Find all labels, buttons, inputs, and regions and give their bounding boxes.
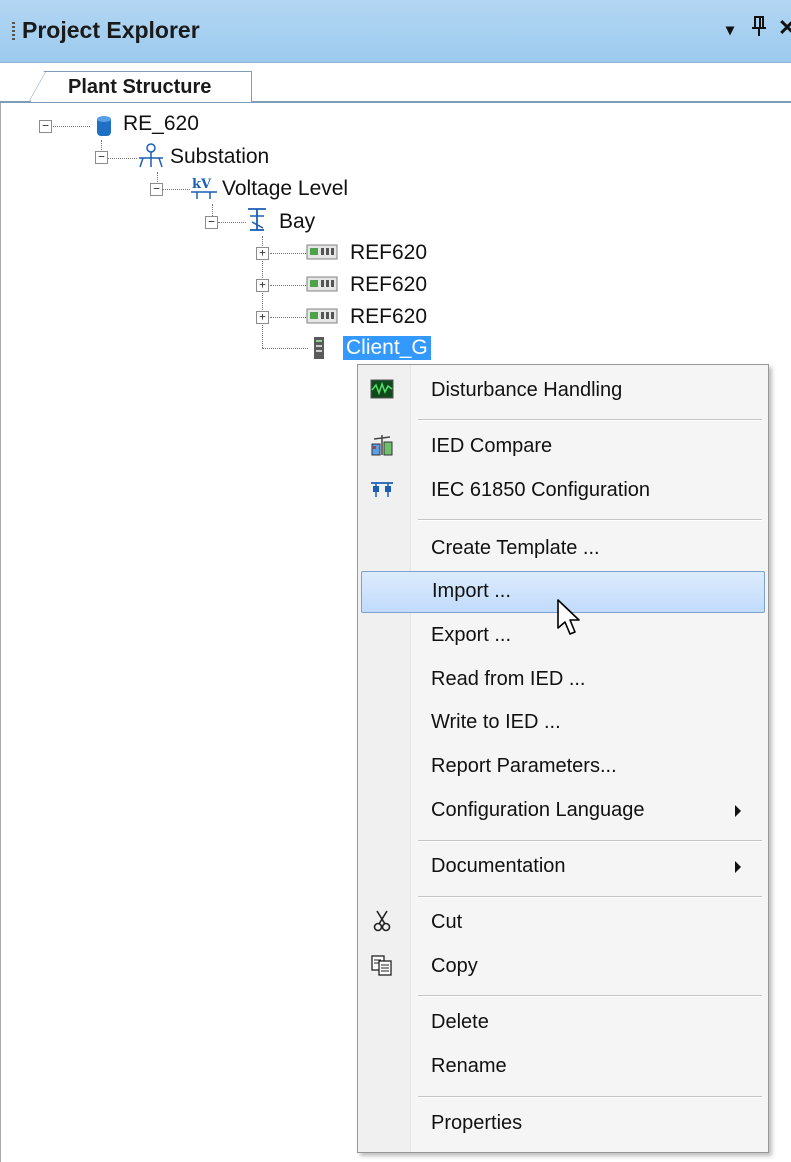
menu-separator (418, 1096, 762, 1098)
tree-node-substation[interactable]: Substation (170, 145, 269, 169)
tree-line (270, 317, 306, 319)
tree-node-voltage-level[interactable]: Voltage Level (222, 177, 348, 201)
menu-item-label: Documentation (431, 855, 566, 877)
collapse-toggle[interactable]: − (39, 120, 52, 133)
menu-item-label: Export ... (431, 624, 512, 646)
collapse-toggle[interactable]: − (150, 183, 163, 196)
menu-item-read-from-ied[interactable]: Read from IED ... (361, 660, 763, 700)
tree-node-root[interactable]: RE_620 (123, 112, 199, 136)
menu-item-label: IED Compare (431, 435, 553, 457)
menu-item-label: Import ... (432, 580, 511, 602)
close-button[interactable]: ✕ (778, 15, 791, 41)
tree-node-client[interactable]: Client_G (343, 336, 431, 360)
copy-icon (371, 955, 392, 976)
tree-line (270, 285, 306, 287)
panel-title: Project Explorer (22, 17, 200, 43)
menu-separator (418, 995, 762, 997)
svg-text:kV: kV (192, 177, 212, 192)
collapse-toggle[interactable]: − (95, 151, 108, 164)
menu-separator (418, 840, 762, 842)
tree-line (270, 253, 306, 255)
database-icon (97, 116, 111, 136)
submenu-arrow-icon (735, 805, 741, 817)
tab-edge (28, 71, 46, 103)
mouse-cursor-icon (557, 599, 580, 635)
menu-item-create-template[interactable]: Create Template ... (361, 529, 763, 569)
tree-node-ied[interactable]: REF620 (350, 241, 427, 265)
scissors-icon (373, 910, 391, 932)
menu-item-documentation[interactable]: Documentation (361, 847, 763, 887)
tree-line (218, 222, 246, 224)
panel-menu-button[interactable]: ▾ (726, 18, 734, 44)
menu-item-label: Read from IED ... (431, 668, 586, 690)
menu-item-delete[interactable]: Delete (361, 1003, 763, 1043)
pin-icon[interactable] (752, 15, 766, 43)
menu-item-configuration-language[interactable]: Configuration Language (361, 791, 763, 831)
menu-item-label: Rename (431, 1055, 507, 1077)
menu-item-label: Report Parameters... (431, 755, 617, 777)
menu-item-write-to-ied[interactable]: Write to IED ... (361, 703, 763, 743)
voltage-level-icon: kV (191, 177, 217, 199)
context-menu: Disturbance Handling IED Compare IEC 618… (357, 364, 769, 1153)
network-icon (371, 482, 393, 497)
tree-node-ied[interactable]: REF620 (350, 305, 427, 329)
menu-item-disturbance-handling[interactable]: Disturbance Handling (361, 371, 763, 411)
menu-item-label: Disturbance Handling (431, 379, 623, 401)
client-icon (314, 337, 324, 359)
tree-line (107, 158, 137, 160)
collapse-toggle[interactable]: − (205, 216, 218, 229)
expand-toggle[interactable]: + (256, 279, 269, 292)
tree-line (162, 189, 190, 191)
expand-toggle[interactable]: + (256, 247, 269, 260)
menu-item-ied-compare[interactable]: IED Compare (361, 427, 763, 467)
substation-icon (139, 143, 163, 168)
menu-item-cut[interactable]: Cut (361, 903, 763, 943)
tree-node-bay[interactable]: Bay (279, 210, 315, 234)
menu-item-label: Cut (431, 911, 463, 933)
menu-separator (418, 896, 762, 898)
drag-grip-icon[interactable] (12, 22, 15, 42)
panel-titlebar: Project Explorer ▾ ✕ (0, 0, 791, 63)
bay-icon (248, 208, 266, 231)
tree-node-ied[interactable]: REF620 (350, 273, 427, 297)
compare-icon (371, 435, 393, 456)
ied-device-icon (306, 308, 338, 324)
submenu-arrow-icon (735, 861, 741, 873)
menu-separator (418, 519, 762, 521)
tab-plant-structure-label: Plant Structure (68, 76, 212, 98)
menu-item-label: Create Template ... (431, 537, 600, 559)
menu-item-label: Delete (431, 1011, 489, 1033)
menu-item-copy[interactable]: Copy (361, 947, 763, 987)
waveform-icon (370, 379, 394, 399)
menu-item-label: Properties (431, 1112, 523, 1134)
menu-item-label: Write to IED ... (431, 711, 561, 733)
menu-item-label: Copy (431, 955, 478, 977)
menu-item-iec61850-configuration[interactable]: IEC 61850 Configuration (361, 471, 763, 511)
menu-item-properties[interactable]: Properties (361, 1104, 763, 1144)
tree-line (50, 126, 90, 128)
menu-item-report-parameters[interactable]: Report Parameters... (361, 747, 763, 787)
menu-item-rename[interactable]: Rename (361, 1047, 763, 1087)
tree-line (262, 348, 308, 350)
menu-separator (418, 419, 762, 421)
tab-strip: Plant Structure (0, 63, 791, 103)
expand-toggle[interactable]: + (256, 311, 269, 324)
menu-item-label: IEC 61850 Configuration (431, 479, 651, 501)
pin-glyph (752, 16, 766, 36)
ied-device-icon (306, 244, 338, 260)
ied-device-icon (306, 276, 338, 292)
menu-item-label: Configuration Language (431, 799, 645, 821)
